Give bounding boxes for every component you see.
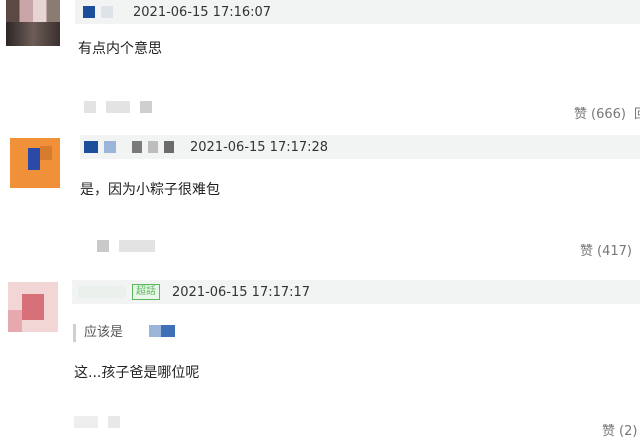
comment-timestamp: 2021-06-15 17:17:28 (190, 139, 329, 155)
comment-timestamp: 2021-06-15 17:17:17 (172, 284, 311, 300)
comment-text: 有点内个意思 (78, 41, 162, 57)
quoted-reply: 应该是 (73, 324, 176, 342)
username-blurred[interactable] (83, 6, 95, 18)
like-count: (2) (619, 424, 638, 439)
reply-button[interactable]: 回 (634, 107, 640, 122)
comment-actions[interactable] (74, 416, 120, 428)
like-button[interactable]: 赞 (2) (602, 420, 637, 439)
comment-meta: 超話 2021-06-15 17:17:17 (72, 280, 640, 304)
like-count: (417) (597, 244, 632, 259)
avatar[interactable] (6, 0, 60, 46)
avatar[interactable] (10, 138, 60, 188)
comment-item: 2021-06-15 17:16:07 有点内个意思 赞(666) 回 (0, 0, 640, 130)
comment-text: 这...孩子爸是哪位呢 (74, 365, 200, 381)
comment-actions[interactable] (97, 240, 155, 252)
comment-timestamp: 2021-06-15 17:16:07 (133, 4, 272, 20)
like-button[interactable]: 赞 (417) (580, 240, 632, 259)
quoted-user-blurred[interactable] (149, 325, 162, 337)
like-icon: 赞 (574, 107, 588, 122)
like-icon: 赞 (602, 424, 616, 439)
like-count: (666) (591, 107, 626, 122)
username-blurred[interactable] (78, 286, 126, 298)
comment-item: 超話 2021-06-15 17:17:17 应该是 这...孩子爸是哪位呢 赞… (0, 276, 640, 439)
like-icon: 赞 (580, 244, 594, 259)
comment-text: 是，因为小粽子很难包 (80, 182, 220, 198)
user-badge: 超話 (132, 284, 160, 300)
comment-meta: 2021-06-15 17:17:28 (80, 135, 640, 159)
avatar[interactable] (8, 282, 58, 332)
comment-actions[interactable] (84, 101, 152, 113)
like-button[interactable]: 赞(666) 回 (574, 103, 640, 122)
quote-text: 应该是 (84, 325, 124, 340)
comment-meta: 2021-06-15 17:16:07 (75, 0, 640, 24)
comment-item: 2021-06-15 17:17:28 是，因为小粽子很难包 赞 (417) (0, 132, 640, 262)
username-blurred[interactable] (84, 141, 98, 153)
